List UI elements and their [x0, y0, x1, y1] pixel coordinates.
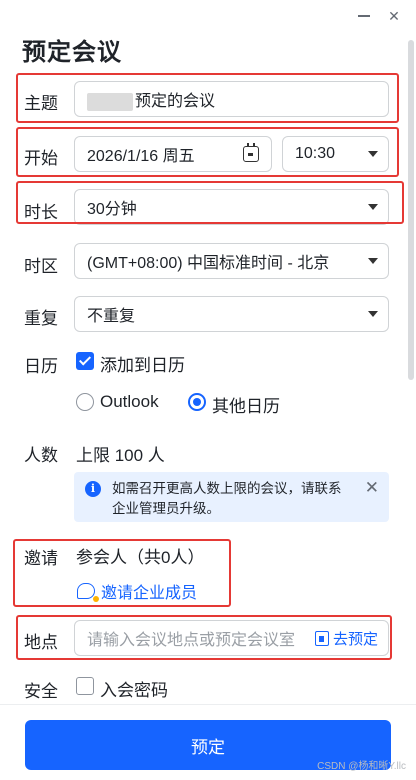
add-to-calendar-checkbox[interactable] [76, 352, 94, 370]
duration-select[interactable]: 30分钟 [74, 189, 389, 225]
other-calendar-radio[interactable] [188, 393, 206, 411]
close-icon: ✕ [388, 7, 400, 24]
invite-members-label: 邀请企业成员 [101, 585, 198, 602]
upgrade-notice: i 如需召开更高人数上限的会议，请联系企业管理员升级。 ✕ [74, 472, 389, 522]
timezone-select[interactable]: (GMT+08:00) 中国标准时间 - 北京 [74, 243, 389, 279]
redacted-text [87, 92, 133, 111]
subject-input[interactable]: 预定的会议 [74, 81, 389, 117]
timezone-label: 时区 [24, 257, 58, 276]
upgrade-notice-text: 如需召开更高人数上限的会议，请联系企业管理员升级。 [112, 481, 342, 516]
watermark: CSDN @杨和晰Y.llc [317, 761, 406, 772]
start-label: 开始 [24, 149, 58, 168]
repeat-select[interactable]: 不重复 [74, 296, 389, 332]
info-icon: i [85, 481, 101, 497]
participants-count: 参会人（共0人） [76, 548, 205, 567]
meeting-password-label: 入会密码 [100, 681, 168, 700]
location-input[interactable]: 请输入会议地点或预定会议室 去预定 [74, 620, 389, 656]
capacity-value: 上限 100 人 [76, 446, 165, 465]
security-label: 安全 [24, 682, 58, 701]
chevron-down-icon [368, 258, 378, 264]
building-icon [314, 631, 329, 646]
book-room-label: 去预定 [332, 631, 378, 648]
start-time-value: 10:30 [295, 145, 336, 162]
close-button[interactable]: ✕ [384, 6, 404, 26]
outlook-label: Outlook [100, 392, 159, 411]
minimize-icon [358, 15, 370, 17]
divider [0, 704, 416, 705]
chat-add-icon [77, 583, 99, 602]
add-to-calendar-label: 添加到日历 [100, 356, 185, 375]
start-date-picker[interactable]: 2026/1/16 周五 [74, 136, 272, 172]
start-date-value: 2026/1/16 周五 [87, 148, 195, 165]
capacity-label: 人数 [24, 446, 58, 465]
chevron-down-icon [368, 311, 378, 317]
calendar-icon [243, 143, 259, 162]
book-room-button[interactable]: 去预定 [314, 628, 378, 649]
scrollbar[interactable] [408, 40, 414, 380]
calendar-label: 日历 [24, 357, 58, 376]
repeat-value: 不重复 [87, 308, 136, 325]
chevron-down-icon [368, 151, 378, 157]
meeting-password-checkbox[interactable] [76, 677, 94, 695]
repeat-label: 重复 [24, 309, 58, 328]
invite-label: 邀请 [24, 549, 58, 568]
chevron-down-icon [368, 204, 378, 210]
invite-members-link[interactable]: 邀请企业成员 [77, 579, 197, 603]
outlook-radio[interactable] [76, 393, 94, 411]
duration-label: 时长 [24, 203, 58, 222]
location-label: 地点 [24, 633, 58, 652]
other-calendar-label: 其他日历 [212, 397, 280, 416]
location-placeholder: 请输入会议地点或预定会议室 [87, 632, 296, 649]
timezone-value: (GMT+08:00) 中国标准时间 - 北京 [87, 255, 330, 272]
duration-value: 30分钟 [87, 201, 137, 218]
page-title: 预定会议 [22, 39, 122, 66]
start-time-select[interactable]: 10:30 [282, 136, 389, 172]
close-icon[interactable]: ✕ [365, 478, 379, 498]
minimize-button[interactable] [354, 6, 374, 26]
subject-label: 主题 [24, 94, 58, 113]
subject-value: 预定的会议 [135, 93, 216, 110]
